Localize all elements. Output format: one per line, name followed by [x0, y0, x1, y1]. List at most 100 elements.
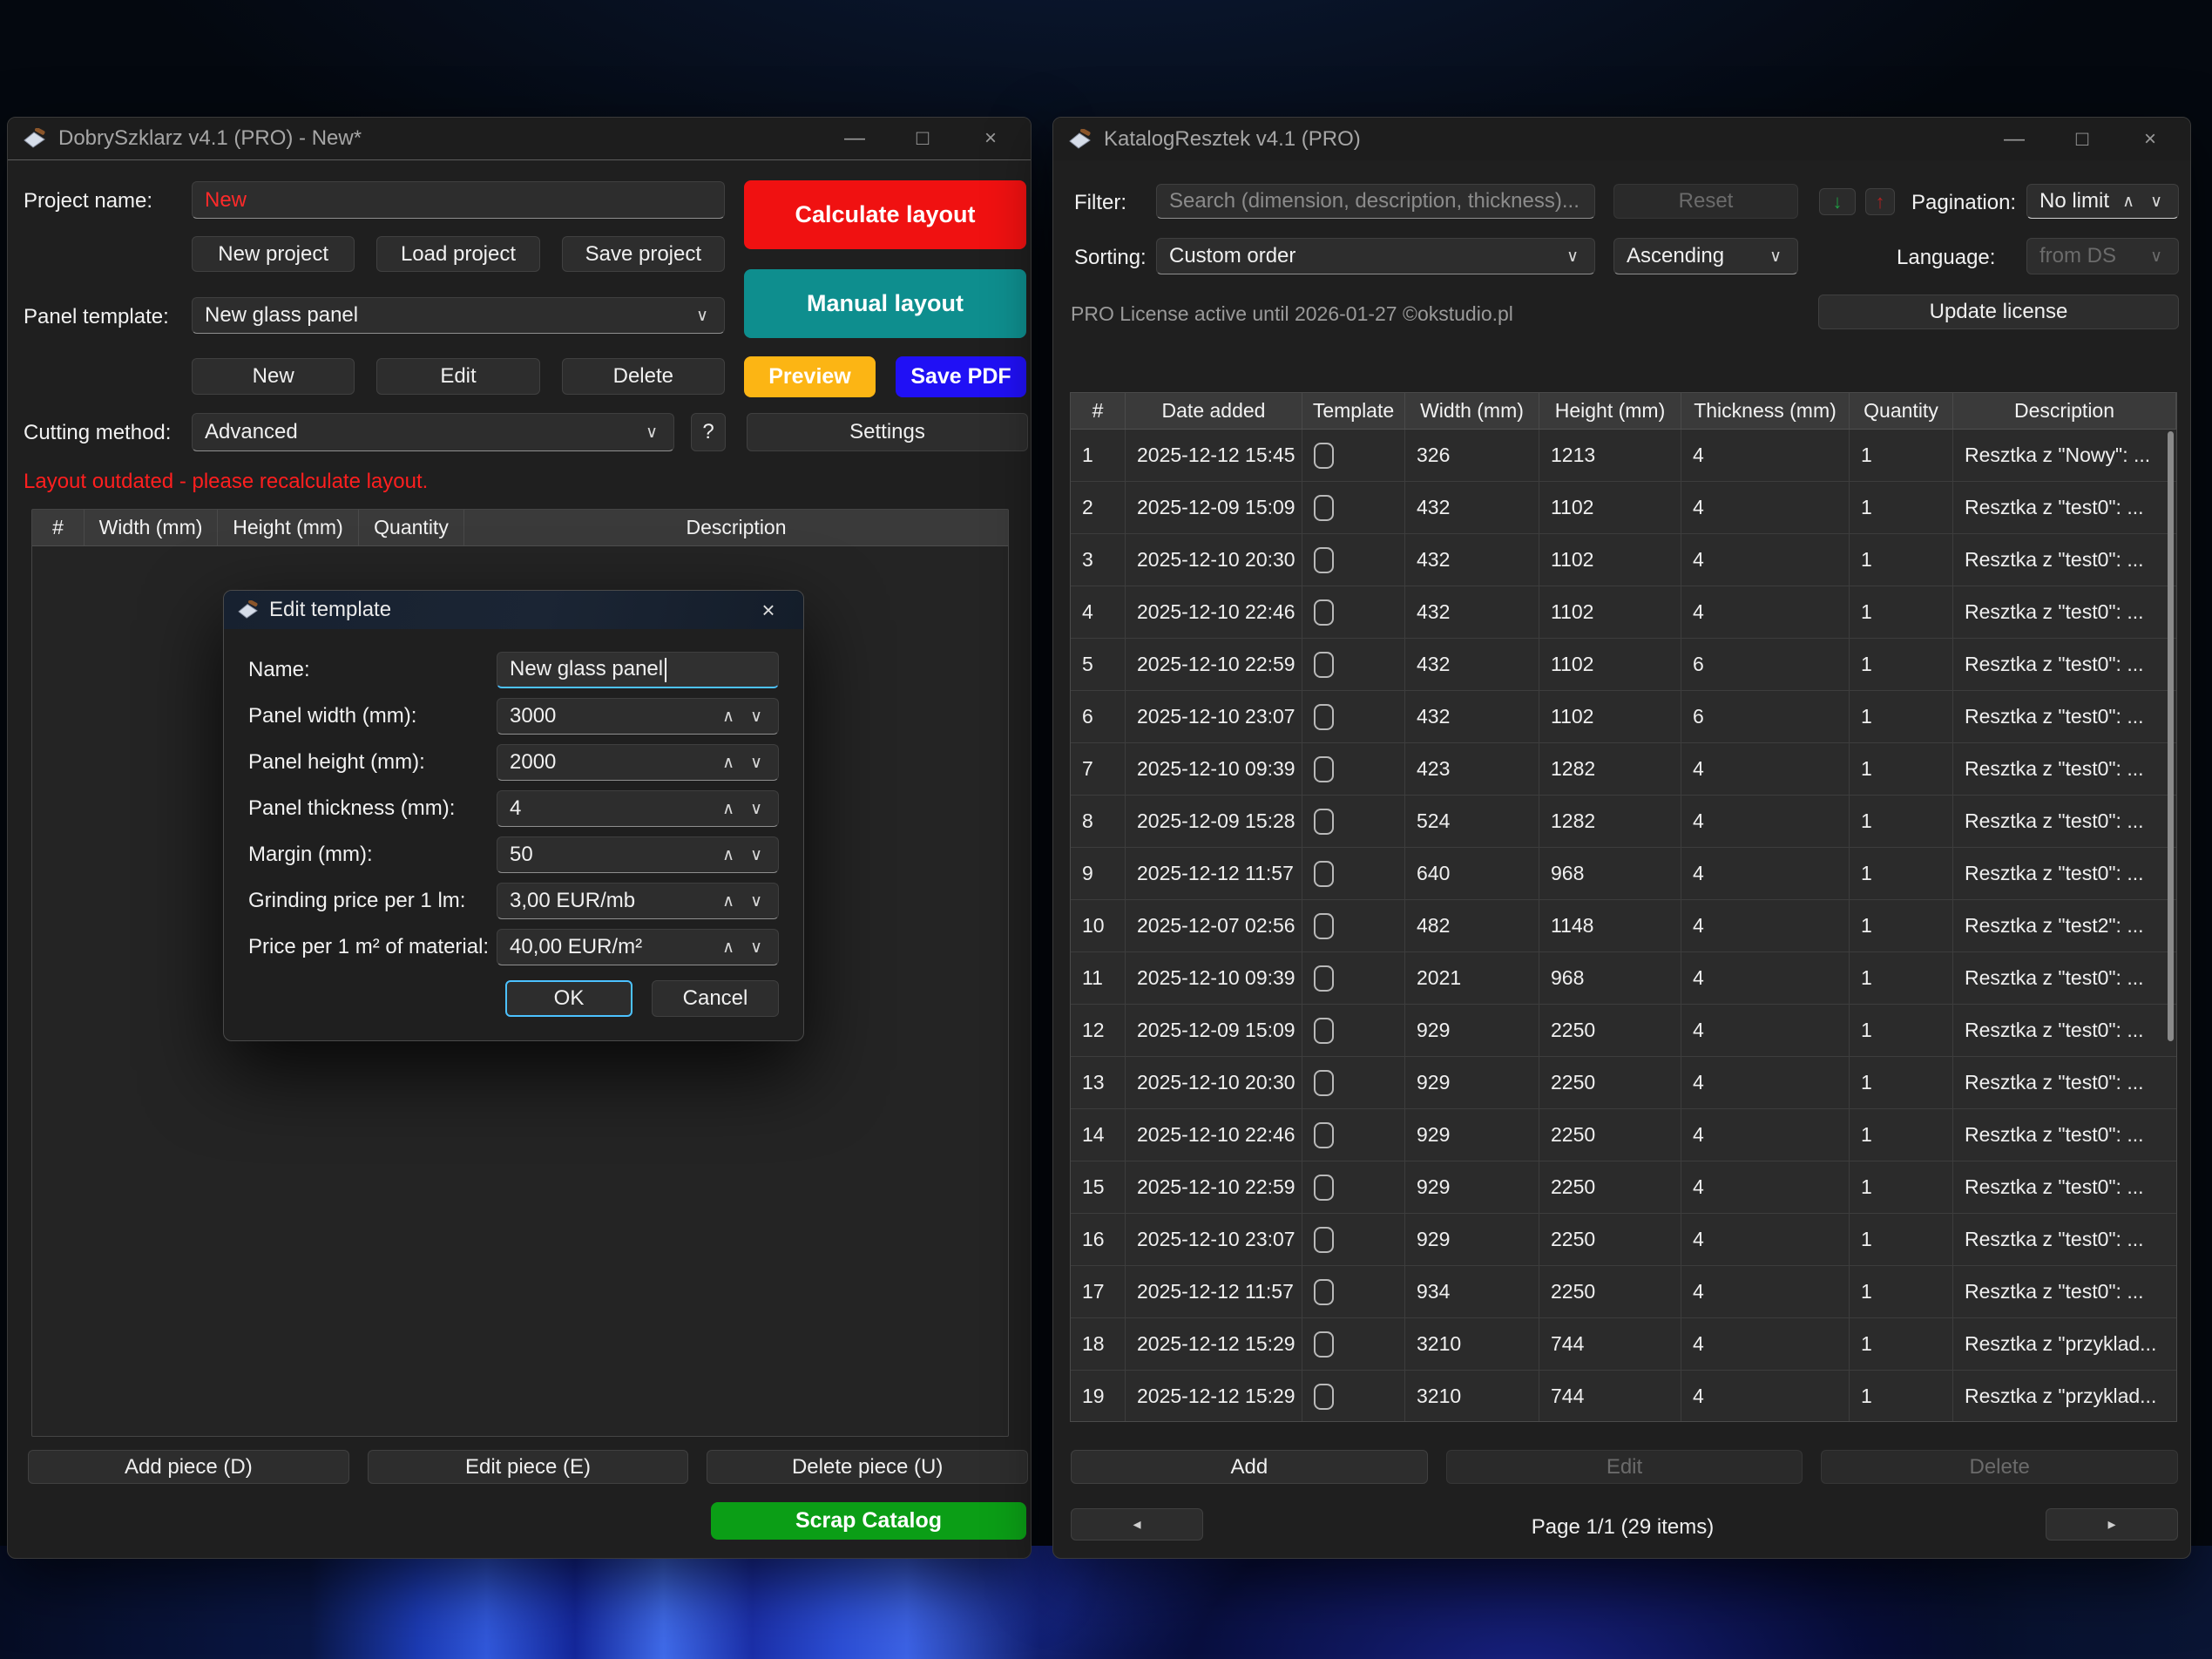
chevron-up-icon[interactable]: ∧: [2119, 193, 2138, 210]
calculate-layout-button[interactable]: Calculate layout: [744, 180, 1026, 249]
chevron-up-icon[interactable]: ∧: [719, 801, 738, 817]
table-row[interactable]: 82025-12-09 15:28524128241Resztka z "tes…: [1071, 796, 2176, 848]
chevron-down-icon[interactable]: ∨: [747, 939, 766, 956]
table-row[interactable]: 42025-12-10 22:46432110241Resztka z "tes…: [1071, 586, 2176, 639]
template-checkbox[interactable]: [1314, 1227, 1334, 1253]
table-row[interactable]: 172025-12-12 11:57934225041Resztka z "te…: [1071, 1266, 2176, 1318]
delete-piece-button[interactable]: Delete piece (U): [707, 1450, 1028, 1484]
cancel-button[interactable]: Cancel: [652, 980, 779, 1017]
template-checkbox[interactable]: [1314, 1122, 1334, 1148]
close-button[interactable]: ×: [959, 121, 1022, 156]
table-row[interactable]: 12025-12-12 15:45326121341Resztka z "Now…: [1071, 430, 2176, 482]
add-piece-button[interactable]: Add piece (D): [28, 1450, 349, 1484]
table-row[interactable]: 52025-12-10 22:59432110261Resztka z "tes…: [1071, 639, 2176, 691]
spinner-field[interactable]: 2000∧∨: [497, 744, 779, 781]
template-checkbox[interactable]: [1314, 756, 1334, 782]
chevron-down-icon[interactable]: ∨: [747, 847, 766, 863]
help-button[interactable]: ?: [691, 413, 726, 451]
chevron-down-icon[interactable]: ∨: [747, 708, 766, 725]
template-checkbox[interactable]: [1314, 652, 1334, 678]
template-checkbox[interactable]: [1314, 913, 1334, 939]
table-row[interactable]: 142025-12-10 22:46929225041Resztka z "te…: [1071, 1109, 2176, 1161]
titlebar-right[interactable]: KatalogResztek v4.1 (PRO) — □ ×: [1053, 118, 2190, 160]
template-checkbox[interactable]: [1314, 547, 1334, 573]
chevron-up-icon[interactable]: ∧: [719, 893, 738, 910]
spinner-field[interactable]: 3,00 EUR/mb∧∨: [497, 883, 779, 919]
spinner-field[interactable]: 50∧∨: [497, 836, 779, 873]
table-row[interactable]: 152025-12-10 22:59929225041Resztka z "te…: [1071, 1161, 2176, 1214]
template-checkbox[interactable]: [1314, 599, 1334, 626]
next-page-button[interactable]: ▸: [2046, 1508, 2178, 1540]
close-button[interactable]: ×: [2119, 122, 2182, 157]
cutting-method-dropdown[interactable]: Advanced ∨: [192, 413, 674, 451]
table-row[interactable]: 72025-12-10 09:39423128241Resztka z "tes…: [1071, 743, 2176, 796]
template-checkbox[interactable]: [1314, 809, 1334, 835]
minimize-button[interactable]: —: [1983, 122, 2046, 157]
preview-button[interactable]: Preview: [744, 356, 876, 397]
template-checkbox[interactable]: [1314, 495, 1334, 521]
search-input[interactable]: [1156, 184, 1595, 219]
template-checkbox[interactable]: [1314, 443, 1334, 469]
chevron-down-icon[interactable]: ∨: [2147, 193, 2166, 210]
edit-button[interactable]: Edit: [1446, 1450, 1803, 1484]
template-checkbox[interactable]: [1314, 1384, 1334, 1410]
table-row[interactable]: 182025-12-12 15:29321074441Resztka z "pr…: [1071, 1318, 2176, 1371]
new-project-button[interactable]: New project: [192, 236, 355, 272]
ok-button[interactable]: OK: [505, 980, 632, 1017]
table-row[interactable]: 22025-12-09 15:09432110241Resztka z "tes…: [1071, 482, 2176, 534]
chevron-up-icon[interactable]: ∧: [719, 755, 738, 771]
language-dropdown[interactable]: from DS ∨: [2026, 238, 2179, 274]
name-input[interactable]: New glass panel: [497, 652, 779, 688]
table-row[interactable]: 92025-12-12 11:5764096841Resztka z "test…: [1071, 848, 2176, 900]
import-button[interactable]: ↓: [1819, 188, 1856, 215]
chevron-up-icon[interactable]: ∧: [719, 708, 738, 725]
table-row[interactable]: 192025-12-12 15:29321074441Resztka z "pr…: [1071, 1371, 2176, 1422]
template-checkbox[interactable]: [1314, 1175, 1334, 1201]
template-checkbox[interactable]: [1314, 704, 1334, 730]
template-edit-button[interactable]: Edit: [376, 358, 539, 395]
table-row[interactable]: 62025-12-10 23:07432110261Resztka z "tes…: [1071, 691, 2176, 743]
export-button[interactable]: ↑: [1865, 188, 1895, 215]
save-pdf-button[interactable]: Save PDF: [896, 356, 1026, 397]
spinner-field[interactable]: 3000∧∨: [497, 698, 779, 735]
add-button[interactable]: Add: [1071, 1450, 1428, 1484]
template-new-button[interactable]: New: [192, 358, 355, 395]
table-row[interactable]: 162025-12-10 23:07929225041Resztka z "te…: [1071, 1214, 2176, 1266]
table-row[interactable]: 112025-12-10 09:39202196841Resztka z "te…: [1071, 952, 2176, 1005]
save-project-button[interactable]: Save project: [562, 236, 725, 272]
edit-piece-button[interactable]: Edit piece (E): [368, 1450, 689, 1484]
table-row[interactable]: 132025-12-10 20:30929225041Resztka z "te…: [1071, 1057, 2176, 1109]
template-checkbox[interactable]: [1314, 1070, 1334, 1096]
delete-button[interactable]: Delete: [1821, 1450, 2178, 1484]
project-name-input[interactable]: [192, 181, 725, 219]
table-row[interactable]: 32025-12-10 20:30432110241Resztka z "tes…: [1071, 534, 2176, 586]
minimize-button[interactable]: —: [823, 121, 886, 156]
direction-dropdown[interactable]: Ascending ∨: [1613, 238, 1798, 274]
table-row[interactable]: 122025-12-09 15:09929225041Resztka z "te…: [1071, 1005, 2176, 1057]
titlebar-left[interactable]: DobrySzklarz v4.1 (PRO) - New* — □ ×: [8, 118, 1031, 160]
reset-button[interactable]: Reset: [1613, 184, 1798, 219]
update-license-button[interactable]: Update license: [1818, 295, 2179, 329]
panel-template-dropdown[interactable]: New glass panel ∨: [192, 297, 725, 334]
close-icon[interactable]: ×: [744, 593, 793, 626]
template-checkbox[interactable]: [1314, 861, 1334, 887]
chevron-down-icon[interactable]: ∨: [747, 893, 766, 910]
scrap-catalog-button[interactable]: Scrap Catalog: [711, 1502, 1026, 1540]
maximize-button[interactable]: □: [891, 121, 954, 156]
maximize-button[interactable]: □: [2051, 122, 2114, 157]
sorting-dropdown[interactable]: Custom order ∨: [1156, 238, 1595, 274]
template-checkbox[interactable]: [1314, 1279, 1334, 1305]
table-scrollbar[interactable]: [2168, 431, 2174, 1041]
manual-layout-button[interactable]: Manual layout: [744, 269, 1026, 338]
table-row[interactable]: 102025-12-07 02:56482114841Resztka z "te…: [1071, 900, 2176, 952]
template-checkbox[interactable]: [1314, 1018, 1334, 1044]
pagination-spinner[interactable]: No limit ∧ ∨: [2026, 184, 2179, 219]
spinner-field[interactable]: 4∧∨: [497, 790, 779, 827]
load-project-button[interactable]: Load project: [376, 236, 539, 272]
chevron-up-icon[interactable]: ∧: [719, 939, 738, 956]
template-delete-button[interactable]: Delete: [562, 358, 725, 395]
chevron-down-icon[interactable]: ∨: [747, 801, 766, 817]
spinner-field[interactable]: 40,00 EUR/m²∧∨: [497, 929, 779, 965]
dialog-titlebar[interactable]: Edit template ×: [224, 591, 803, 629]
settings-button[interactable]: Settings: [747, 413, 1028, 451]
